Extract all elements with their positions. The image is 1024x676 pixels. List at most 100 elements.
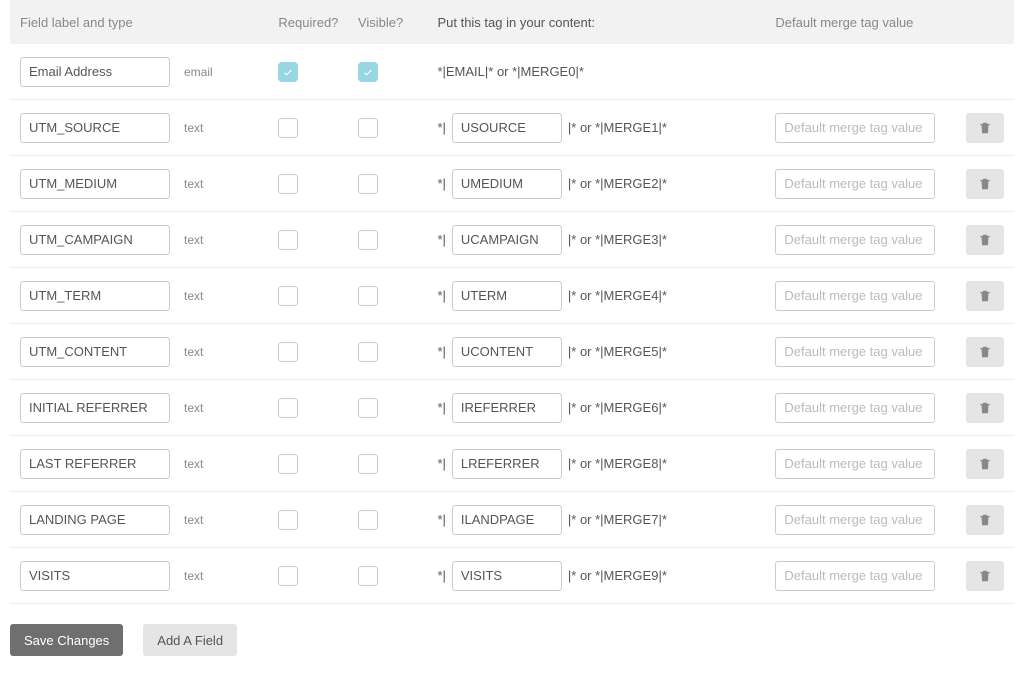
default-value-input[interactable] bbox=[775, 449, 935, 479]
merge-tag-suffix: |* or *|MERGE9|* bbox=[568, 568, 667, 583]
required-checkbox[interactable] bbox=[278, 62, 298, 82]
trash-icon bbox=[978, 345, 992, 359]
default-value-input[interactable] bbox=[775, 113, 935, 143]
visible-checkbox[interactable] bbox=[358, 398, 378, 418]
visible-checkbox[interactable] bbox=[358, 286, 378, 306]
table-row: text*||* or *|MERGE4|* bbox=[10, 268, 1014, 324]
field-label-input[interactable] bbox=[20, 449, 170, 479]
header-required: Required? bbox=[278, 15, 358, 30]
default-value-input[interactable] bbox=[775, 393, 935, 423]
field-label-input[interactable] bbox=[20, 225, 170, 255]
table-row: text*||* or *|MERGE8|* bbox=[10, 436, 1014, 492]
visible-checkbox[interactable] bbox=[358, 118, 378, 138]
delete-button[interactable] bbox=[966, 225, 1004, 255]
default-value-input[interactable] bbox=[775, 169, 935, 199]
required-checkbox[interactable] bbox=[278, 230, 298, 250]
required-checkbox[interactable] bbox=[278, 286, 298, 306]
delete-button[interactable] bbox=[966, 505, 1004, 535]
merge-tag-suffix: |* or *|MERGE5|* bbox=[568, 344, 667, 359]
trash-icon bbox=[978, 513, 992, 527]
merge-tag-input[interactable] bbox=[452, 225, 562, 255]
default-value-input[interactable] bbox=[775, 561, 935, 591]
visible-checkbox[interactable] bbox=[358, 62, 378, 82]
default-value-input[interactable] bbox=[775, 505, 935, 535]
header-label: Field label and type bbox=[20, 15, 278, 30]
tag-prefix: *| bbox=[437, 568, 445, 583]
merge-tag-suffix: |* or *|MERGE2|* bbox=[568, 176, 667, 191]
merge-tag-input[interactable] bbox=[452, 393, 562, 423]
table-row: email*|EMAIL|* or *|MERGE0|* bbox=[10, 44, 1014, 100]
merge-tag-input[interactable] bbox=[452, 505, 562, 535]
table-row: text *| |* or *|MERGE7|* bbox=[10, 492, 1014, 548]
required-checkbox[interactable] bbox=[278, 398, 298, 418]
required-checkbox[interactable] bbox=[278, 342, 298, 362]
field-type-label: text bbox=[184, 457, 203, 471]
tag-prefix: *| bbox=[437, 176, 445, 191]
delete-button[interactable] bbox=[966, 337, 1004, 367]
field-label-input[interactable] bbox=[20, 505, 170, 535]
delete-button[interactable] bbox=[966, 561, 1004, 591]
field-type-label: text bbox=[184, 513, 203, 527]
required-checkbox[interactable] bbox=[278, 118, 298, 138]
field-type-label: text bbox=[184, 345, 203, 359]
delete-button[interactable] bbox=[966, 281, 1004, 311]
visible-checkbox[interactable] bbox=[358, 454, 378, 474]
merge-tag-input[interactable] bbox=[452, 169, 562, 199]
trash-icon bbox=[978, 401, 992, 415]
table-row: text*||* or *|MERGE1|* bbox=[10, 100, 1014, 156]
delete-button[interactable] bbox=[966, 169, 1004, 199]
tag-prefix: *| bbox=[437, 512, 445, 527]
delete-button[interactable] bbox=[966, 449, 1004, 479]
header-tag: Put this tag in your content: bbox=[437, 15, 775, 30]
save-button[interactable]: Save Changes bbox=[10, 624, 123, 656]
merge-tag-suffix: |* or *|MERGE8|* bbox=[568, 456, 667, 471]
delete-button[interactable] bbox=[966, 393, 1004, 423]
header-visible: Visible? bbox=[358, 15, 438, 30]
footer-actions: Save Changes Add A Field bbox=[10, 604, 1014, 656]
field-type-label: text bbox=[184, 233, 203, 247]
visible-checkbox[interactable] bbox=[358, 174, 378, 194]
add-field-button[interactable]: Add A Field bbox=[143, 624, 237, 656]
field-label-input[interactable] bbox=[20, 281, 170, 311]
merge-tag-suffix: |* or *|MERGE4|* bbox=[568, 288, 667, 303]
merge-tag-input[interactable] bbox=[452, 113, 562, 143]
field-type-label: text bbox=[184, 401, 203, 415]
field-type-label: text bbox=[184, 569, 203, 583]
tag-prefix: *| bbox=[437, 120, 445, 135]
trash-icon bbox=[978, 569, 992, 583]
merge-tag-input[interactable] bbox=[452, 449, 562, 479]
visible-checkbox[interactable] bbox=[358, 510, 378, 530]
field-label-input[interactable] bbox=[20, 169, 170, 199]
delete-button[interactable] bbox=[966, 113, 1004, 143]
field-type-label: text bbox=[184, 121, 203, 135]
trash-icon bbox=[978, 177, 992, 191]
field-label-input[interactable] bbox=[20, 57, 170, 87]
table-row: text*||* or *|MERGE3|* bbox=[10, 212, 1014, 268]
merge-tag-input[interactable] bbox=[452, 281, 562, 311]
default-value-input[interactable] bbox=[775, 337, 935, 367]
trash-icon bbox=[978, 233, 992, 247]
visible-checkbox[interactable] bbox=[358, 342, 378, 362]
visible-checkbox[interactable] bbox=[358, 230, 378, 250]
merge-tag-input[interactable] bbox=[452, 561, 562, 591]
field-label-input[interactable] bbox=[20, 113, 170, 143]
merge-tag-input[interactable] bbox=[452, 337, 562, 367]
field-type-label: text bbox=[184, 289, 203, 303]
required-checkbox[interactable] bbox=[278, 174, 298, 194]
default-value-input[interactable] bbox=[775, 225, 935, 255]
table-row: text*||* or *|MERGE2|* bbox=[10, 156, 1014, 212]
merge-tag-suffix: |* or *|MERGE6|* bbox=[568, 400, 667, 415]
required-checkbox[interactable] bbox=[278, 566, 298, 586]
required-checkbox[interactable] bbox=[278, 454, 298, 474]
field-label-input[interactable] bbox=[20, 337, 170, 367]
visible-checkbox[interactable] bbox=[358, 566, 378, 586]
field-label-input[interactable] bbox=[20, 393, 170, 423]
required-checkbox[interactable] bbox=[278, 510, 298, 530]
field-label-input[interactable] bbox=[20, 561, 170, 591]
merge-tag-suffix: |* or *|MERGE7|* bbox=[568, 512, 667, 527]
trash-icon bbox=[978, 457, 992, 471]
field-type-label: email bbox=[184, 65, 213, 79]
table-header: Field label and type Required? Visible? … bbox=[10, 0, 1014, 44]
tag-prefix: *| bbox=[437, 344, 445, 359]
default-value-input[interactable] bbox=[775, 281, 935, 311]
